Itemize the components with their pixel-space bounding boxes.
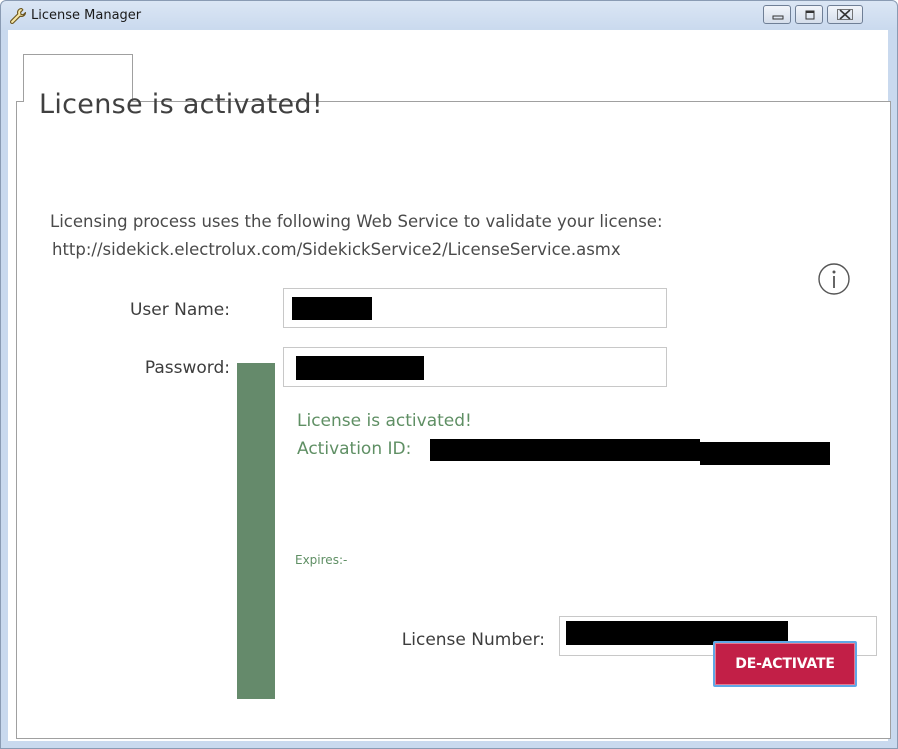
title-bar[interactable]: License Manager xyxy=(1,1,897,31)
redacted-activation-id xyxy=(430,439,700,461)
user-name-label: User Name: xyxy=(129,300,230,320)
redacted-activation-id-2 xyxy=(700,442,830,465)
license-number-label: License Number: xyxy=(401,630,545,650)
maximize-icon xyxy=(805,10,815,20)
deactivate-button[interactable]: DE-ACTIVATE xyxy=(713,641,857,687)
redacted-password xyxy=(296,356,424,380)
window-title: License Manager xyxy=(31,8,142,23)
redacted-user-name xyxy=(292,297,372,320)
web-service-description: Licensing process uses the following Web… xyxy=(50,212,663,231)
password-input[interactable] xyxy=(283,347,667,387)
expiry-text: Expires:- xyxy=(295,553,348,567)
maximize-button[interactable] xyxy=(795,5,823,24)
user-name-input[interactable] xyxy=(283,288,667,328)
password-label: Password: xyxy=(144,358,230,378)
info-icon[interactable] xyxy=(817,262,851,296)
web-service-url: http://sidekick.electrolux.com/SidekickS… xyxy=(52,240,621,259)
activation-status: License is activated! xyxy=(297,411,472,431)
page-title: License is activated! xyxy=(39,89,323,120)
activation-id-label: Activation ID: xyxy=(297,439,412,459)
minimize-icon xyxy=(772,15,784,20)
wrench-icon xyxy=(10,7,27,24)
minimize-button[interactable] xyxy=(763,5,791,24)
close-button[interactable] xyxy=(827,5,863,24)
status-accent-bar xyxy=(237,363,275,699)
close-icon xyxy=(837,9,853,20)
